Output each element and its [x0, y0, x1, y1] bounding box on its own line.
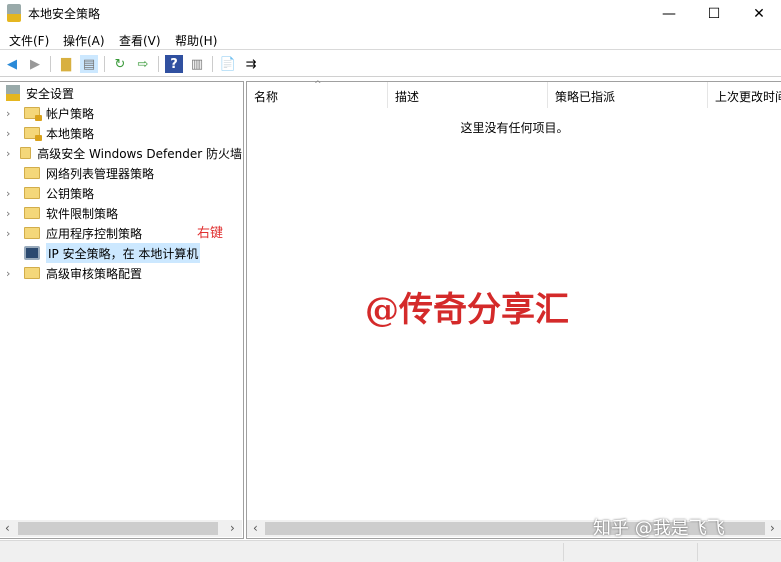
sort-ascending-icon: ^ — [314, 80, 322, 90]
menu-file[interactable]: 文件(F) — [9, 32, 49, 49]
folder-lock-icon — [24, 107, 42, 121]
chevron-right-icon[interactable]: › — [6, 187, 18, 200]
scroll-left-icon[interactable]: ‹ — [253, 521, 258, 535]
refresh-icon[interactable]: ↻ — [111, 55, 129, 73]
right-click-annotation: 右键 — [197, 226, 224, 241]
menu-bar: 文件(F) 操作(A) 查看(V) 帮助(H) — [0, 29, 781, 50]
security-settings-icon — [6, 85, 20, 101]
tree-item-label: IP 安全策略，在 本地计算机 — [46, 243, 201, 263]
ip-security-icon — [24, 246, 40, 260]
tree-item-label: 网络列表管理器策略 — [46, 166, 155, 181]
help-icon[interactable]: ? — [165, 55, 183, 73]
column-policy-assigned[interactable]: 策略已指派 — [548, 82, 708, 108]
maximize-button[interactable]: ☐ — [691, 0, 737, 27]
security-policy-icon — [7, 4, 21, 22]
folder-icon — [19, 147, 32, 159]
menu-help[interactable]: 帮助(H) — [175, 32, 217, 49]
chevron-right-icon[interactable]: › — [6, 207, 18, 220]
folder-icon — [24, 187, 40, 199]
empty-message: 这里没有任何项目。 — [460, 121, 569, 135]
tree-hscrollbar[interactable]: ‹ › — [0, 520, 242, 537]
minimize-button[interactable]: — — [646, 0, 692, 27]
forward-icon[interactable]: ▶ — [26, 55, 44, 73]
chevron-right-icon[interactable]: › — [6, 267, 18, 280]
new-policy-icon[interactable]: 📄 — [219, 55, 237, 73]
list-pane: 名称 ^ 描述 策略已指派 上次更改时间 这里没有任何项目。 @传奇分享汇 ‹ ›… — [246, 80, 781, 539]
show-hide-tree-icon[interactable]: ▤ — [80, 55, 98, 73]
title-bar: 本地安全策略 — ☐ ✕ — [0, 0, 781, 27]
tree-item-label: 应用程序控制策略 — [46, 226, 143, 241]
tree-item-label: 高级安全 Windows Defender 防火墙 — [37, 146, 242, 161]
back-icon[interactable]: ◀ — [3, 55, 21, 73]
chevron-right-icon[interactable]: › — [6, 147, 14, 160]
tree-root-label: 安全设置 — [26, 86, 75, 101]
manage-filters-icon[interactable]: ⇉ — [242, 55, 260, 73]
tree-item[interactable]: IP 安全策略，在 本地计算机 — [0, 243, 242, 263]
menu-view[interactable]: 查看(V) — [119, 32, 161, 49]
folder-icon — [24, 167, 40, 179]
watermark-bottom: 知乎 @我是飞飞 — [593, 518, 725, 539]
chevron-right-icon[interactable]: › — [6, 127, 18, 140]
tree-item[interactable]: › 软件限制策略 — [0, 203, 242, 223]
tree-root[interactable]: 安全设置 — [0, 83, 242, 103]
scroll-right-icon[interactable]: › — [230, 521, 235, 535]
scroll-left-icon[interactable]: ‹ — [5, 521, 10, 535]
tree-item[interactable]: › 高级审核策略配置 — [0, 263, 242, 283]
tree-item-label: 高级审核策略配置 — [46, 266, 143, 281]
toolbar: ◀ ▶ ▇ ▤ ↻ ⇨ ? ▥ 📄 ⇉ — [0, 51, 781, 77]
column-last-modified[interactable]: 上次更改时间 — [708, 82, 781, 108]
folder-icon — [24, 207, 40, 219]
folder-icon — [24, 267, 40, 279]
tree-item[interactable]: 网络列表管理器策略 — [0, 163, 242, 183]
chevron-right-icon[interactable]: › — [6, 107, 18, 120]
folder-icon — [24, 227, 40, 239]
tree-item-label: 帐户策略 — [46, 106, 95, 121]
tree-item-label: 公钥策略 — [46, 186, 95, 201]
tree-item[interactable]: › 本地策略 — [0, 123, 242, 143]
column-description[interactable]: 描述 — [388, 82, 548, 108]
tree-item[interactable]: › 公钥策略 — [0, 183, 242, 203]
menu-action[interactable]: 操作(A) — [63, 32, 105, 49]
column-name[interactable]: 名称 ^ — [247, 80, 388, 108]
tree-item-label: 本地策略 — [46, 126, 95, 141]
tree-item[interactable]: › 高级安全 Windows Defender 防火墙 — [0, 143, 242, 163]
column-name-label: 名称 — [254, 90, 279, 104]
window-title: 本地安全策略 — [28, 7, 101, 21]
scroll-right-icon[interactable]: › — [770, 521, 775, 535]
tree-pane: 安全设置 › 帐户策略 › 本地策略 › 高级安全 Windows Defender 防火… — [0, 81, 244, 539]
scroll-thumb[interactable] — [18, 522, 218, 535]
watermark-center: @传奇分享汇 — [365, 290, 569, 330]
close-button[interactable]: ✕ — [736, 0, 781, 27]
status-bar — [0, 540, 781, 562]
tree-item-label: 软件限制策略 — [46, 206, 119, 221]
up-folder-icon[interactable]: ▇ — [57, 55, 75, 73]
chevron-right-icon[interactable]: › — [6, 227, 18, 240]
action-pane-icon[interactable]: ▥ — [188, 55, 206, 73]
folder-lock-icon — [24, 127, 42, 141]
export-list-icon[interactable]: ⇨ — [134, 55, 152, 73]
tree-item[interactable]: › 帐户策略 — [0, 103, 242, 123]
